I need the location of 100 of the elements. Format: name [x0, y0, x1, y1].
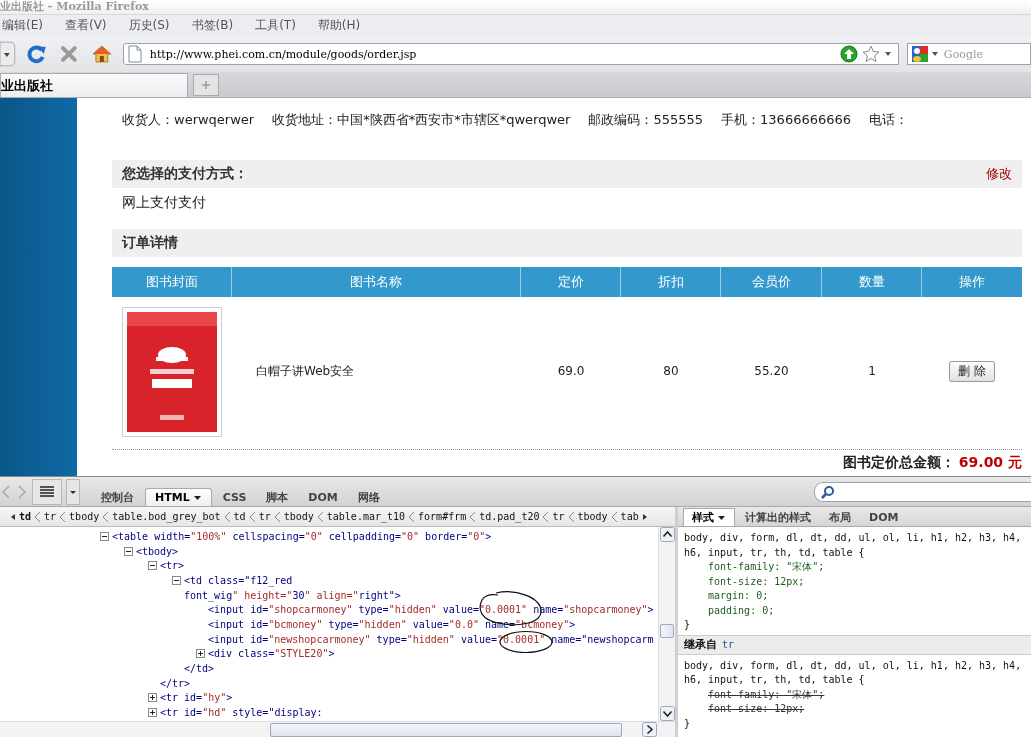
code-line: <tr>	[160, 560, 185, 572]
total-label: 图书定价总金额：	[842, 454, 955, 473]
code-line: font-family: "宋体";	[707, 687, 826, 702]
section-title: 订单详情	[122, 234, 178, 253]
dropdown-button[interactable]	[66, 478, 80, 505]
menu-item[interactable]: 书签(B)	[191, 17, 234, 35]
breadcrumb-item[interactable]: td.pad_t20	[479, 511, 540, 522]
code-line: padding: 0;	[707, 603, 776, 618]
address-field[interactable]: http://www.phei.com.cn/module/goods/order.jsp	[122, 43, 899, 66]
section-title: 您选择的支付方式：	[122, 164, 248, 183]
separator-icon	[408, 510, 416, 523]
code-line: h6, input, tr, th, td, table {	[684, 673, 866, 687]
scroll-thumb[interactable]	[660, 624, 674, 638]
separator-icon	[469, 510, 477, 523]
scroll-thumb[interactable]	[270, 722, 622, 737]
total-amount: 69.00 元	[958, 454, 1022, 473]
code-line: font-size: 12px;	[707, 702, 806, 716]
table-cell-text: 69.0	[556, 363, 586, 381]
scroll-down-icon[interactable]	[659, 706, 675, 721]
menu-item[interactable]: 工具(T)	[255, 17, 296, 35]
breadcrumb-item[interactable]: form#frm	[418, 511, 467, 522]
separator-icon	[34, 510, 42, 523]
panel-tab[interactable]: DOM	[299, 488, 347, 506]
column-header: 图书封面	[112, 267, 232, 298]
url-input[interactable]: http://www.phei.com.cn/module/goods/order.jsp	[145, 47, 836, 61]
panel-tab[interactable]: 脚本	[257, 488, 298, 506]
panel-tab[interactable]: CSS	[213, 488, 256, 506]
breadcrumb-item[interactable]: td	[19, 511, 32, 522]
panel-tab[interactable]: 样式	[683, 508, 735, 526]
code-line: font_wig" height="30" align="right">	[184, 589, 401, 601]
separator-icon	[316, 510, 324, 523]
scroll-left-icon[interactable]	[10, 512, 16, 521]
element-link[interactable]: tr	[722, 639, 735, 650]
code-line: font-size: 12px;	[707, 574, 806, 589]
delete-button[interactable]: 删 除	[949, 360, 995, 382]
menu-item[interactable]: 历史(S)	[128, 17, 170, 35]
breadcrumb-item[interactable]: tr	[44, 511, 57, 522]
panel-tab[interactable]: 控制台	[92, 488, 143, 506]
home-icon[interactable]	[92, 44, 112, 65]
header-label: 继承自	[684, 637, 717, 652]
collapse-icon[interactable]	[172, 575, 181, 585]
browser-tab[interactable]: 业出版社	[0, 73, 188, 97]
column-header: 折扣	[621, 267, 721, 298]
panel-tab[interactable]: DOM	[861, 509, 907, 526]
shipping-field: 电话：	[869, 110, 909, 129]
table-cell-text: 1	[867, 363, 877, 381]
star-icon[interactable]	[861, 45, 880, 64]
separator-icon	[273, 510, 281, 523]
breadcrumb-item[interactable]: tr	[552, 511, 565, 522]
panel-tab[interactable]: 计算出的样式	[737, 509, 819, 526]
go-icon[interactable]	[839, 45, 858, 64]
shipping-field: 手机：13666666666	[721, 110, 852, 129]
scrollbar[interactable]	[658, 527, 675, 721]
table-cell-text: 白帽子讲Web安全	[255, 362, 356, 380]
collapse-icon[interactable]	[124, 546, 133, 556]
breadcrumb-item[interactable]: tab	[620, 511, 639, 522]
separator-icon	[102, 510, 110, 523]
menu-item[interactable]: 查看(V)	[64, 17, 107, 35]
breadcrumb-item[interactable]: tr	[258, 511, 271, 522]
window-title: 业出版社 - Mozilla Firefox	[0, 0, 149, 14]
reload-icon[interactable]	[26, 44, 47, 65]
panel-tab[interactable]: 网络	[348, 488, 389, 506]
breadcrumb-item[interactable]: tbody	[69, 511, 100, 522]
column-header: 数量	[822, 267, 922, 298]
code-line: body, div, form, dl, dt, dd, ul, ol, li, h1, h2, h3, h4,	[684, 531, 1023, 545]
breadcrumb-item[interactable]: table.bod_grey_bot	[112, 511, 221, 522]
menu-item[interactable]: 编辑(E)	[2, 17, 43, 35]
breadcrumb-item[interactable]: table.mar_t10	[326, 511, 406, 522]
payment-method: 网上支付支付	[121, 192, 206, 212]
table-cell-text: 80	[662, 363, 680, 381]
collapse-icon[interactable]	[100, 531, 109, 541]
search-field[interactable]	[814, 481, 1031, 502]
search-field[interactable]: Google	[906, 43, 1031, 66]
edit-link[interactable]: 修改	[986, 164, 1012, 183]
breadcrumb-item[interactable]: tbody	[577, 511, 608, 522]
breadcrumb-item[interactable]: td	[233, 511, 246, 522]
code-line: </td>	[184, 663, 215, 675]
panel-tab[interactable]: HTML	[145, 488, 212, 506]
separator-icon	[59, 510, 67, 523]
separator-icon	[248, 510, 256, 523]
code-line: body, div, form, dl, dt, dd, ul, ol, li, h1, h2, h3, h4,	[684, 658, 1023, 673]
search-input[interactable]: Google	[941, 46, 1016, 62]
shipping-field: 收货地址：中国*陕西省*西安市*市辖区*qwerqwer	[272, 110, 571, 129]
scroll-up-icon[interactable]	[659, 527, 675, 542]
panel-tab[interactable]: 布局	[821, 509, 859, 526]
scrollbar[interactable]	[0, 721, 675, 737]
menu-icon[interactable]	[32, 478, 62, 505]
code-line: font-family: "宋体";	[707, 560, 826, 574]
code-line: margin: 0;	[707, 589, 770, 603]
collapse-icon[interactable]	[148, 561, 157, 571]
expand-icon[interactable]	[148, 693, 157, 703]
search-engine-icon[interactable]	[911, 46, 928, 63]
table-cell-text: 55.20	[753, 363, 790, 381]
dropdown-button[interactable]	[0, 41, 16, 68]
expand-icon[interactable]	[196, 649, 205, 659]
scroll-right-icon[interactable]	[642, 722, 657, 737]
expand-icon[interactable]	[148, 708, 157, 718]
scroll-right-icon[interactable]	[641, 512, 648, 521]
menu-item[interactable]: 帮助(H)	[317, 17, 361, 35]
breadcrumb-item[interactable]: tbody	[283, 511, 314, 522]
